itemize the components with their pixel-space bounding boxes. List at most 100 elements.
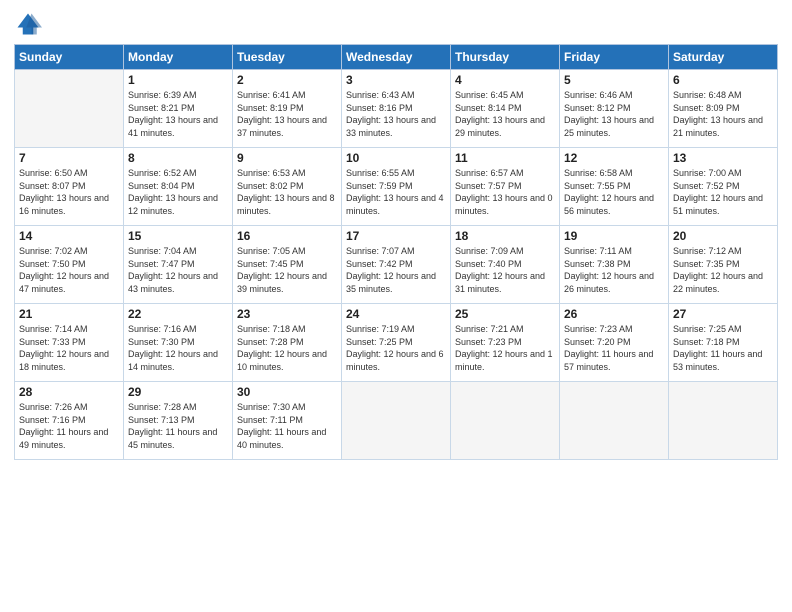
day-number: 2 (237, 73, 337, 87)
day-number: 4 (455, 73, 555, 87)
day-number: 26 (564, 307, 664, 321)
day-number: 18 (455, 229, 555, 243)
calendar-cell: 1Sunrise: 6:39 AMSunset: 8:21 PMDaylight… (124, 70, 233, 148)
calendar-cell: 5 Sunrise: 6:46 AMSunset: 8:12 PMDaylight… (560, 70, 669, 148)
day-number: 24 (346, 307, 446, 321)
page-container: SundayMondayTuesdayWednesdayThursdayFrid… (0, 0, 792, 612)
calendar-cell: 21 Sunrise: 7:14 AMSunset: 7:33 PMDayligh… (15, 304, 124, 382)
day-info: Sunrise: 6:41 AMSunset: 8:19 PMDaylight:… (237, 89, 337, 139)
calendar-header: SundayMondayTuesdayWednesdayThursdayFrid… (15, 45, 778, 70)
calendar-cell: 7Sunrise: 6:50 AMSunset: 8:07 PMDaylight… (15, 148, 124, 226)
day-info: Sunrise: 7:19 AMSunset: 7:25 PMDaylight:… (346, 323, 446, 373)
calendar-cell: 22 Sunrise: 7:16 AMSunset: 7:30 PMDayligh… (124, 304, 233, 382)
day-number: 3 (346, 73, 446, 87)
weekday-header: Tuesday (233, 45, 342, 70)
day-info: Sunrise: 7:18 AMSunset: 7:28 PMDaylight:… (237, 323, 337, 373)
day-info: Sunrise: 7:00 AMSunset: 7:52 PMDaylight:… (673, 167, 773, 217)
weekday-header: Sunday (15, 45, 124, 70)
weekday-header: Saturday (669, 45, 778, 70)
calendar-cell: 11Sunrise: 6:57 AMSunset: 7:57 PMDayligh… (451, 148, 560, 226)
calendar-cell: 28 Sunrise: 7:26 AMSunset: 7:16 PMDayligh… (15, 382, 124, 460)
day-info: Sunrise: 7:25 AMSunset: 7:18 PMDaylight:… (673, 323, 773, 373)
weekday-header: Monday (124, 45, 233, 70)
calendar-week-row: 14 Sunrise: 7:02 AMSunset: 7:50 PMDayligh… (15, 226, 778, 304)
calendar-cell: 19 Sunrise: 7:11 AMSunset: 7:38 PMDayligh… (560, 226, 669, 304)
calendar-cell (560, 382, 669, 460)
day-number: 12 (564, 151, 664, 165)
day-number: 5 (564, 73, 664, 87)
calendar-cell: 17 Sunrise: 7:07 AMSunset: 7:42 PMDayligh… (342, 226, 451, 304)
day-number: 21 (19, 307, 119, 321)
calendar-cell: 6 Sunrise: 6:48 AMSunset: 8:09 PMDaylight… (669, 70, 778, 148)
day-info: Sunrise: 7:09 AMSunset: 7:40 PMDaylight:… (455, 245, 555, 295)
day-number: 28 (19, 385, 119, 399)
day-info: Sunrise: 6:55 AMSunset: 7:59 PMDaylight:… (346, 167, 446, 217)
day-info: Sunrise: 7:07 AMSunset: 7:42 PMDaylight:… (346, 245, 446, 295)
weekday-header: Wednesday (342, 45, 451, 70)
weekday-header: Friday (560, 45, 669, 70)
calendar-week-row: 28 Sunrise: 7:26 AMSunset: 7:16 PMDayligh… (15, 382, 778, 460)
day-number: 15 (128, 229, 228, 243)
day-info: Sunrise: 7:26 AMSunset: 7:16 PMDaylight:… (19, 401, 119, 451)
day-info: Sunrise: 7:12 AMSunset: 7:35 PMDaylight:… (673, 245, 773, 295)
calendar-cell: 12Sunrise: 6:58 AMSunset: 7:55 PMDayligh… (560, 148, 669, 226)
calendar-cell: 25 Sunrise: 7:21 AMSunset: 7:23 PMDayligh… (451, 304, 560, 382)
day-info: Sunrise: 6:52 AMSunset: 8:04 PMDaylight:… (128, 167, 228, 217)
header (14, 10, 778, 38)
day-number: 17 (346, 229, 446, 243)
calendar-cell: 9 Sunrise: 6:53 AMSunset: 8:02 PMDaylight… (233, 148, 342, 226)
day-number: 11 (455, 151, 555, 165)
day-number: 30 (237, 385, 337, 399)
calendar-cell: 29 Sunrise: 7:28 AMSunset: 7:13 PMDayligh… (124, 382, 233, 460)
day-number: 8 (128, 151, 228, 165)
day-info: Sunrise: 7:23 AMSunset: 7:20 PMDaylight:… (564, 323, 664, 373)
day-info: Sunrise: 6:48 AMSunset: 8:09 PMDaylight:… (673, 89, 773, 139)
day-info: Sunrise: 7:05 AMSunset: 7:45 PMDaylight:… (237, 245, 337, 295)
calendar-cell: 26 Sunrise: 7:23 AMSunset: 7:20 PMDayligh… (560, 304, 669, 382)
weekday-header: Thursday (451, 45, 560, 70)
calendar-cell: 30 Sunrise: 7:30 AMSunset: 7:11 PMDayligh… (233, 382, 342, 460)
day-number: 29 (128, 385, 228, 399)
day-number: 6 (673, 73, 773, 87)
calendar-cell (669, 382, 778, 460)
day-info: Sunrise: 7:14 AMSunset: 7:33 PMDaylight:… (19, 323, 119, 373)
day-number: 22 (128, 307, 228, 321)
calendar-cell: 15 Sunrise: 7:04 AMSunset: 7:47 PMDayligh… (124, 226, 233, 304)
day-number: 27 (673, 307, 773, 321)
day-info: Sunrise: 7:28 AMSunset: 7:13 PMDaylight:… (128, 401, 228, 451)
calendar-body: 1Sunrise: 6:39 AMSunset: 8:21 PMDaylight… (15, 70, 778, 460)
calendar-cell: 2 Sunrise: 6:41 AMSunset: 8:19 PMDaylight… (233, 70, 342, 148)
calendar-cell: 23 Sunrise: 7:18 AMSunset: 7:28 PMDayligh… (233, 304, 342, 382)
day-info: Sunrise: 7:02 AMSunset: 7:50 PMDaylight:… (19, 245, 119, 295)
calendar-table: SundayMondayTuesdayWednesdayThursdayFrid… (14, 44, 778, 460)
calendar-cell: 10 Sunrise: 6:55 AMSunset: 7:59 PMDayligh… (342, 148, 451, 226)
calendar-cell (342, 382, 451, 460)
day-number: 20 (673, 229, 773, 243)
day-info: Sunrise: 6:53 AMSunset: 8:02 PMDaylight:… (237, 167, 337, 217)
day-info: Sunrise: 7:16 AMSunset: 7:30 PMDaylight:… (128, 323, 228, 373)
day-number: 13 (673, 151, 773, 165)
day-info: Sunrise: 7:21 AMSunset: 7:23 PMDaylight:… (455, 323, 555, 373)
calendar-cell: 16 Sunrise: 7:05 AMSunset: 7:45 PMDayligh… (233, 226, 342, 304)
calendar-cell: 20 Sunrise: 7:12 AMSunset: 7:35 PMDayligh… (669, 226, 778, 304)
calendar-cell: 14 Sunrise: 7:02 AMSunset: 7:50 PMDayligh… (15, 226, 124, 304)
day-info: Sunrise: 6:43 AMSunset: 8:16 PMDaylight:… (346, 89, 446, 139)
day-number: 10 (346, 151, 446, 165)
day-info: Sunrise: 7:30 AMSunset: 7:11 PMDaylight:… (237, 401, 337, 451)
calendar-week-row: 7Sunrise: 6:50 AMSunset: 8:07 PMDaylight… (15, 148, 778, 226)
calendar-cell (451, 382, 560, 460)
day-info: Sunrise: 7:11 AMSunset: 7:38 PMDaylight:… (564, 245, 664, 295)
day-info: Sunrise: 7:04 AMSunset: 7:47 PMDaylight:… (128, 245, 228, 295)
logo (14, 10, 46, 38)
day-number: 7 (19, 151, 119, 165)
day-number: 9 (237, 151, 337, 165)
day-number: 25 (455, 307, 555, 321)
calendar-cell: 27 Sunrise: 7:25 AMSunset: 7:18 PMDayligh… (669, 304, 778, 382)
day-number: 1 (128, 73, 228, 87)
day-info: Sunrise: 6:46 AMSunset: 8:12 PMDaylight:… (564, 89, 664, 139)
day-number: 19 (564, 229, 664, 243)
day-number: 16 (237, 229, 337, 243)
header-row: SundayMondayTuesdayWednesdayThursdayFrid… (15, 45, 778, 70)
day-number: 14 (19, 229, 119, 243)
day-number: 23 (237, 307, 337, 321)
